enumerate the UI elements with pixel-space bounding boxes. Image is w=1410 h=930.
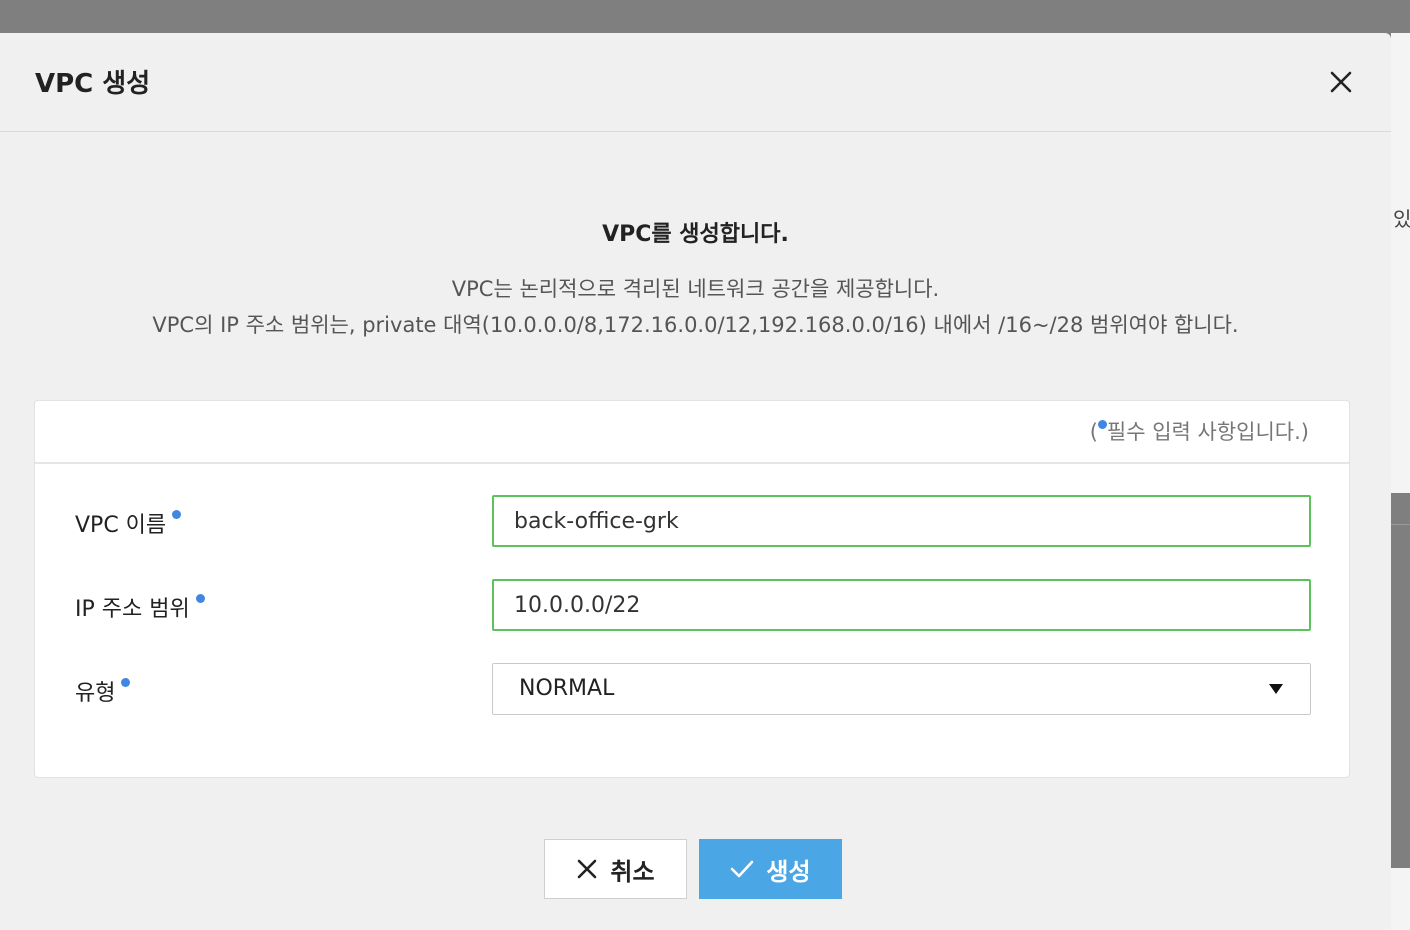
ip-range-row: IP 주소 범위 bbox=[35, 579, 1351, 631]
required-note-paren: ( bbox=[1089, 420, 1098, 444]
dialog-title: VPC 생성 bbox=[35, 69, 151, 99]
ip-range-label-text: IP 주소 범위 bbox=[75, 597, 190, 622]
type-select-value: NORMAL bbox=[519, 676, 615, 701]
vpc-name-label-text: VPC 이름 bbox=[75, 513, 167, 538]
create-button[interactable]: 생성 bbox=[699, 839, 842, 899]
intro-heading: VPC를 생성합니다. bbox=[602, 222, 789, 247]
close-icon[interactable] bbox=[1326, 67, 1356, 97]
required-dot-icon bbox=[195, 594, 205, 603]
ip-range-input[interactable] bbox=[492, 579, 1311, 631]
vpc-name-label: VPC 이름 bbox=[75, 507, 182, 539]
vpc-name-row: VPC 이름 bbox=[35, 495, 1351, 547]
dialog-header: VPC 생성 bbox=[0, 33, 1391, 132]
chevron-down-icon bbox=[1269, 684, 1283, 694]
required-dot-icon bbox=[172, 510, 182, 519]
vpc-form: ( 필수 입력 사항입니다.) VPC 이름 IP 주소 범위 유형 NORMAL bbox=[34, 400, 1350, 778]
vpc-name-input[interactable] bbox=[492, 495, 1311, 547]
close-icon bbox=[578, 859, 597, 879]
create-button-label: 생성 bbox=[766, 857, 811, 886]
background-app: 있 bbox=[1391, 33, 1410, 930]
type-label-text: 유형 bbox=[75, 681, 116, 706]
intro-description-line2: VPC의 IP 주소 범위는, private 대역(10.0.0.0/8,17… bbox=[152, 313, 1239, 337]
required-dot-icon bbox=[121, 678, 131, 687]
background-divider bbox=[1391, 524, 1410, 525]
type-select[interactable]: NORMAL bbox=[492, 663, 1311, 715]
cancel-button-label: 취소 bbox=[610, 857, 655, 886]
type-row: 유형 NORMAL bbox=[35, 663, 1351, 715]
check-icon bbox=[731, 860, 754, 878]
required-dot-icon bbox=[1097, 420, 1107, 429]
type-label: 유형 bbox=[75, 675, 131, 707]
required-note: ( 필수 입력 사항입니다.) bbox=[1090, 416, 1309, 446]
intro-description: VPC는 논리적으로 격리된 네트워크 공간을 제공합니다. VPC의 IP 주… bbox=[0, 271, 1391, 343]
background-text: 있 bbox=[1393, 207, 1410, 231]
required-note-text: 필수 입력 사항입니다.) bbox=[1106, 420, 1309, 444]
intro-description-line1: VPC는 논리적으로 격리된 네트워크 공간을 제공합니다. bbox=[451, 277, 940, 301]
create-vpc-dialog: VPC 생성 VPC를 생성합니다. VPC는 논리적으로 격리된 네트워크 공… bbox=[0, 33, 1391, 930]
cancel-button[interactable]: 취소 bbox=[544, 839, 687, 899]
ip-range-label: IP 주소 범위 bbox=[75, 591, 205, 623]
form-card-header: ( 필수 입력 사항입니다.) bbox=[35, 401, 1349, 464]
background-overlay bbox=[1391, 493, 1410, 868]
